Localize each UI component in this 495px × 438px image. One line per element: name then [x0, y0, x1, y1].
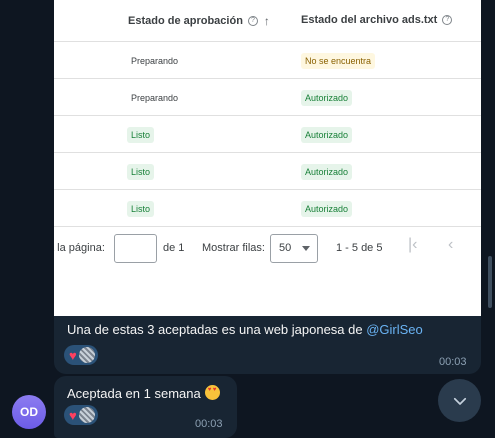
table-row: Listo Autorizado: [54, 190, 481, 227]
approval-status: Listo: [127, 127, 155, 143]
scroll-down-button[interactable]: [438, 379, 481, 422]
ads-status: Autorizado: [301, 90, 353, 106]
ads-status: No se encuentra: [301, 53, 376, 69]
caret-down-icon: [302, 246, 310, 251]
chevron-left-icon[interactable]: ‹: [448, 236, 453, 254]
rows-per-page-label: Mostrar filas:: [202, 242, 265, 254]
first-page-icon[interactable]: |‹: [408, 236, 417, 254]
table-row: Listo Autorizado: [54, 116, 481, 153]
help-circle-icon[interactable]: ?: [247, 16, 258, 26]
arrow-up-icon[interactable]: ↑: [264, 14, 270, 28]
ads-status: Autorizado: [301, 201, 353, 217]
table-row: Preparando Autorizado: [54, 79, 481, 116]
approval-status: Listo: [127, 164, 155, 180]
table-header: Estado de aprobación ? ↑ Estado del arch…: [54, 0, 481, 42]
message-bubble-text[interactable]: Aceptada en 1 semana ♥ 00:03: [54, 376, 237, 438]
avatar-initials: OD: [20, 405, 38, 419]
scrollbar[interactable]: [488, 256, 492, 308]
message-caption: Una de estas 3 aceptadas es una web japo…: [67, 322, 423, 337]
mention-link[interactable]: @GirlSeo: [366, 322, 423, 337]
reaction-chip[interactable]: ♥: [64, 405, 98, 425]
help-circle-icon[interactable]: ?: [442, 15, 453, 25]
column-header-ads-label: Estado del archivo ads.txt: [301, 14, 438, 26]
approval-status: Listo: [127, 201, 155, 217]
rows-per-page-value: 50: [279, 242, 292, 254]
table-row: Listo Autorizado: [54, 153, 481, 190]
rows-per-page-select[interactable]: 50: [270, 234, 318, 263]
chevron-down-icon: [453, 397, 466, 405]
heart-icon: ♥: [69, 407, 77, 423]
column-header-approval[interactable]: Estado de aprobación ? ↑: [128, 14, 270, 28]
table-row: Preparando No se encuentra: [54, 42, 481, 79]
range-label: 1 - 5 de 5: [336, 242, 383, 254]
ads-status: Autorizado: [301, 164, 353, 180]
message-text: Aceptada en 1 semana: [67, 385, 220, 401]
adsense-screenshot[interactable]: Estado de aprobación ? ↑ Estado del arch…: [54, 0, 481, 316]
message-bubble-image[interactable]: Estado de aprobación ? ↑ Estado del arch…: [54, 0, 481, 374]
heart-eyes-emoji-icon: [204, 385, 220, 400]
reaction-chip[interactable]: ♥: [64, 345, 98, 365]
approval-status: Preparando: [131, 93, 179, 103]
avatar[interactable]: OD: [12, 395, 46, 429]
message-caption-text: Una de estas 3 aceptadas es una web japo…: [67, 322, 367, 337]
message-time: 00:03: [195, 418, 223, 430]
pagination-bar: a la página: de 1 Mostrar filas: 50 1 - …: [54, 228, 481, 268]
message-text-content: Aceptada en 1 semana: [67, 386, 201, 401]
heart-icon: ♥: [69, 347, 77, 363]
column-header-approval-label: Estado de aprobación: [128, 15, 243, 27]
reactor-avatar: [78, 347, 95, 363]
message-time: 00:03: [439, 356, 467, 368]
approval-status: Preparando: [131, 56, 179, 66]
reactor-avatar: [78, 407, 95, 423]
ads-status: Autorizado: [301, 127, 353, 143]
page-number-input[interactable]: [114, 234, 157, 263]
page-total: de 1: [163, 242, 185, 254]
go-to-page-label: a la página:: [54, 242, 105, 254]
column-header-ads[interactable]: Estado del archivo ads.txt ?: [301, 14, 453, 26]
